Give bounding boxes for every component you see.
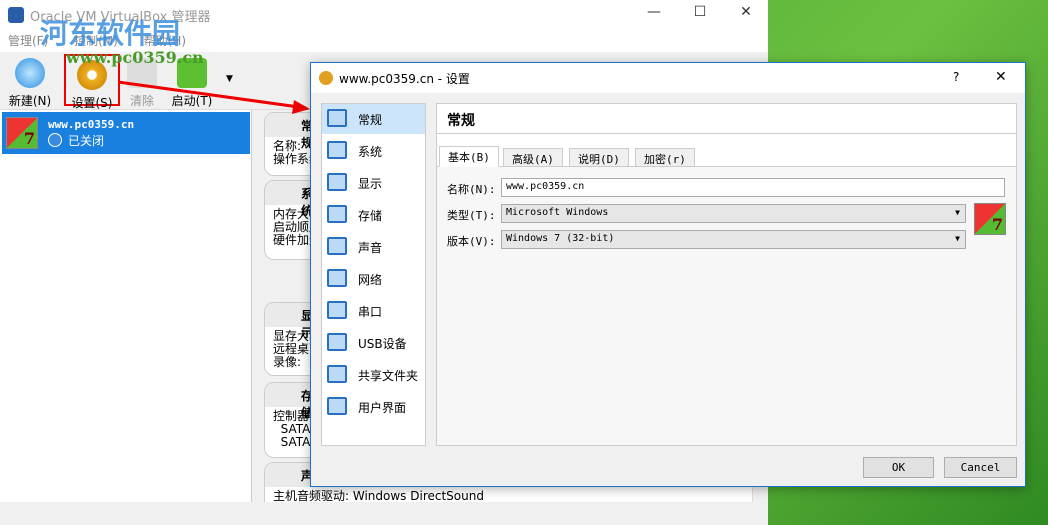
detail-line: 操作系统: — [273, 152, 323, 166]
power-off-icon — [48, 133, 62, 147]
sidebar-item-audio[interactable]: 声音 — [322, 232, 425, 262]
serial-port-icon — [327, 301, 347, 319]
help-button[interactable]: ? — [953, 70, 959, 84]
maximize-button[interactable]: ☐ — [690, 4, 710, 20]
chip-icon — [327, 141, 347, 159]
sidebar-item-network[interactable]: 网络 — [322, 264, 425, 294]
sidebar-item-display[interactable]: 显示 — [322, 168, 425, 198]
tab-pane: 名称(N): www.pc0359.cn 类型(T): Microsoft Wi… — [437, 166, 1016, 445]
vm-list: 7 www.pc0359.cn 已关闭 — [0, 110, 252, 502]
minimize-button[interactable]: — — [644, 4, 664, 20]
version-label: 版本(V): — [447, 235, 496, 248]
cancel-button[interactable]: Cancel — [944, 457, 1017, 478]
type-select[interactable]: Microsoft Windows — [501, 204, 966, 223]
folder-icon — [327, 365, 347, 383]
sidebar-label: 显示 — [358, 177, 383, 191]
detail-line: 录像: — [273, 355, 302, 369]
tab-description[interactable]: 说明(D) — [569, 148, 629, 167]
sidebar-item-serial[interactable]: 串口 — [322, 296, 425, 326]
dialog-close-button[interactable]: ✕ — [995, 69, 1007, 85]
gear-icon — [319, 71, 333, 85]
tab-advanced[interactable]: 高级(A) — [503, 148, 563, 167]
display-icon — [327, 173, 347, 191]
sidebar-label: 用户界面 — [358, 401, 407, 415]
red-arrow-annotation — [118, 80, 310, 114]
watermark-url: www.pc0359.cn — [66, 48, 204, 67]
sidebar-label: 网络 — [358, 273, 383, 287]
window-ui-icon — [327, 397, 347, 415]
sidebar-label: USB设备 — [358, 337, 407, 351]
new-button[interactable]: 新建(N) — [2, 58, 58, 109]
monitor-icon — [327, 109, 347, 127]
name-label: 名称(N): — [447, 183, 496, 196]
sidebar-label: 声音 — [358, 241, 383, 255]
settings-content: 常规 名称(N): www.pc0359.cn 类型(T): Microsoft… — [436, 103, 1017, 446]
windows7-os-icon: 7 — [6, 117, 38, 149]
sidebar-item-storage[interactable]: 存储 — [322, 200, 425, 230]
close-button[interactable]: ✕ — [736, 4, 756, 20]
sidebar-label: 系统 — [358, 145, 383, 159]
watermark-logo: 河东软件园 — [40, 17, 181, 50]
settings-sidebar: 常规 系统 显示 存储 声音 网络 串口 USB设备 共享文件夹 用户界面 — [321, 103, 426, 446]
network-icon — [327, 269, 347, 287]
sidebar-label: 存储 — [358, 209, 383, 223]
ok-button[interactable]: OK — [863, 457, 934, 478]
tab-encryption[interactable]: 加密(r) — [635, 148, 695, 167]
tab-basic[interactable]: 基本(B) — [439, 146, 499, 167]
sidebar-item-shared-folders[interactable]: 共享文件夹 — [322, 360, 425, 390]
sidebar-item-user-interface[interactable]: 用户界面 — [322, 392, 425, 422]
detail-line: 硬件加速: — [273, 233, 323, 247]
app-icon — [8, 7, 24, 23]
windows7-os-icon: 7 — [974, 203, 1006, 235]
sidebar-item-system[interactable]: 系统 — [322, 136, 425, 166]
usb-icon — [327, 333, 347, 351]
sidebar-item-general[interactable]: 常规 — [322, 104, 425, 134]
settings-dialog: www.pc0359.cn - 设置 ? ✕ 常规 系统 显示 存储 声音 网络… — [310, 62, 1026, 487]
name-input[interactable]: www.pc0359.cn — [501, 178, 1005, 197]
vm-state: 已关闭 — [68, 134, 105, 148]
sidebar-label: 共享文件夹 — [358, 369, 419, 383]
sidebar-label: 串口 — [358, 305, 383, 319]
dialog-title-bar: www.pc0359.cn - 设置 ? ✕ — [311, 63, 1025, 93]
page-title: 常规 — [437, 104, 1016, 134]
new-label: 新建(N) — [8, 94, 52, 108]
sidebar-item-usb[interactable]: USB设备 — [322, 328, 425, 358]
version-select[interactable]: Windows 7 (32-bit) — [501, 230, 966, 249]
disk-icon — [327, 205, 347, 223]
sidebar-label: 常规 — [358, 113, 383, 127]
speaker-icon — [327, 237, 347, 255]
detail-line: SATA — [273, 435, 311, 449]
settings-label: 设置(S) — [71, 96, 113, 110]
dialog-title: www.pc0359.cn - 设置 — [339, 72, 470, 86]
type-label: 类型(T): — [447, 209, 496, 222]
new-icon — [15, 58, 45, 88]
status-bar — [0, 502, 768, 525]
